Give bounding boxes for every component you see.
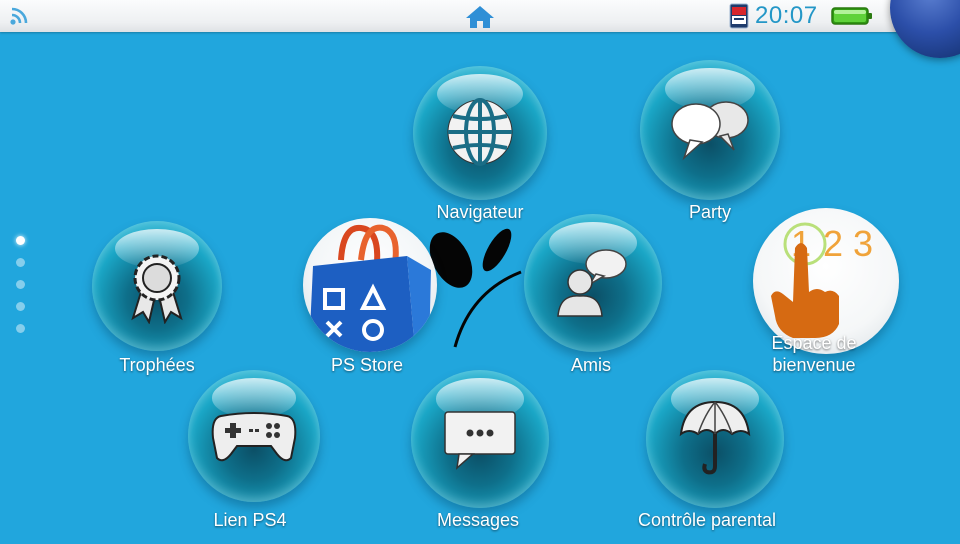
shopping-bag-icon (309, 224, 431, 352)
decorative-creature (429, 228, 522, 348)
umbrella-icon (679, 400, 751, 475)
app-trophees[interactable] (92, 221, 222, 351)
battery-icon (831, 7, 872, 25)
app-messages[interactable] (411, 370, 549, 508)
page-dot-2[interactable] (16, 258, 25, 267)
app-amis[interactable] (524, 214, 662, 352)
app-navigateur[interactable] (413, 66, 547, 200)
page-dot-5[interactable] (16, 324, 25, 333)
message-icon (444, 411, 516, 470)
wifi-icon (10, 7, 28, 25)
app-label-espace-de-bienvenue: Espace de bienvenue (748, 332, 880, 376)
status-bar: 20:07 (0, 0, 960, 32)
app-label-amis: Amis (571, 355, 611, 375)
page-dot-3[interactable] (16, 280, 25, 289)
friends-icon (557, 249, 627, 317)
app-label-trophees: Trophées (119, 355, 195, 375)
app-label-messages: Messages (436, 510, 520, 530)
page-switcher-orb[interactable] (890, 0, 960, 58)
app-label-lien-ps4: Lien PS4 (213, 510, 287, 530)
globe-icon (447, 98, 513, 166)
app-lien-ps4[interactable] (188, 370, 320, 502)
app-label-espace-line2: bienvenue (772, 355, 856, 375)
trophy-ribbon-icon (131, 254, 183, 324)
home-icon[interactable] (465, 5, 495, 29)
app-ps-store[interactable] (303, 218, 437, 352)
app-notification-icon[interactable] (729, 3, 749, 29)
app-label-controle-parental: Contrôle parental (637, 510, 777, 530)
app-controle-parental[interactable] (646, 370, 784, 508)
app-party[interactable] (640, 60, 780, 200)
page-dot-4[interactable] (16, 302, 25, 311)
svg-text:3: 3 (853, 223, 873, 264)
app-label-espace-line1: Espace de (771, 333, 857, 353)
page-dot-1[interactable] (16, 236, 25, 245)
clock: 20:07 (755, 2, 818, 29)
speech-bubbles-icon (671, 101, 749, 161)
gamepad-icon (211, 412, 297, 462)
app-label-ps-store: PS Store (330, 355, 404, 375)
